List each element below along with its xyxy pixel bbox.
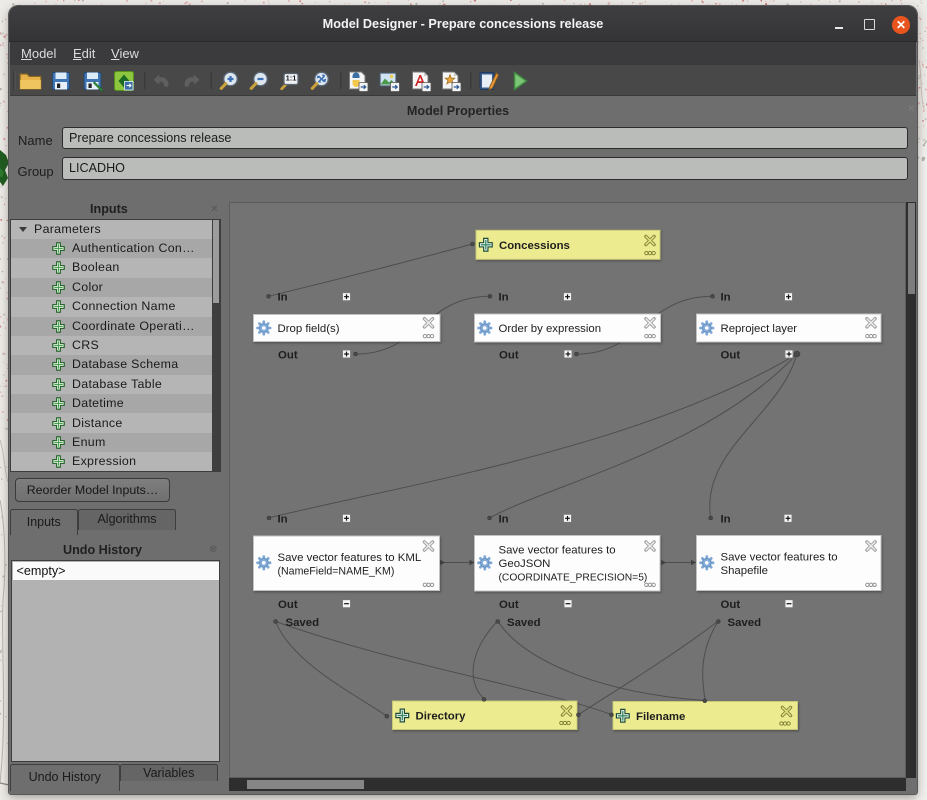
svg-text:Saved: Saved	[507, 616, 541, 628]
svg-text:Reproject layer: Reproject layer	[720, 323, 797, 335]
svg-text:Save vector features to: Save vector features to	[720, 551, 837, 563]
svg-text:(NameField=NAME_KM): (NameField=NAME_KM)	[277, 565, 394, 577]
svg-text:Out: Out	[499, 349, 519, 361]
svg-text:Order by expression: Order by expression	[498, 323, 601, 335]
svg-text:Out: Out	[720, 599, 740, 611]
svg-text:In: In	[277, 513, 287, 525]
svg-text:In: In	[720, 291, 730, 303]
svg-text:In: In	[498, 291, 508, 303]
svg-text:Concessions: Concessions	[499, 240, 570, 252]
svg-text:Out: Out	[278, 599, 298, 611]
svg-text:Out: Out	[499, 599, 519, 611]
svg-text:In: In	[720, 513, 730, 525]
svg-text:Save vector features to KML: Save vector features to KML	[277, 551, 421, 563]
svg-text:In: In	[498, 513, 508, 525]
svg-text:Saved: Saved	[727, 616, 761, 628]
svg-text:Shapefile: Shapefile	[720, 565, 768, 577]
svg-text:Drop field(s): Drop field(s)	[277, 323, 339, 335]
svg-text:Saved: Saved	[285, 616, 319, 628]
svg-text:1:1: 1:1	[286, 74, 297, 83]
svg-text:In: In	[277, 291, 287, 303]
svg-text:Out: Out	[720, 349, 740, 361]
svg-text:Filename: Filename	[636, 711, 685, 723]
svg-text:GeoJSON: GeoJSON	[498, 558, 550, 570]
svg-text:Directory: Directory	[415, 710, 466, 722]
svg-text:Out: Out	[278, 349, 298, 361]
svg-text:Save vector features to: Save vector features to	[498, 544, 615, 556]
svg-text:(COORDINATE_PRECISION=5): (COORDINATE_PRECISION=5)	[498, 572, 647, 583]
